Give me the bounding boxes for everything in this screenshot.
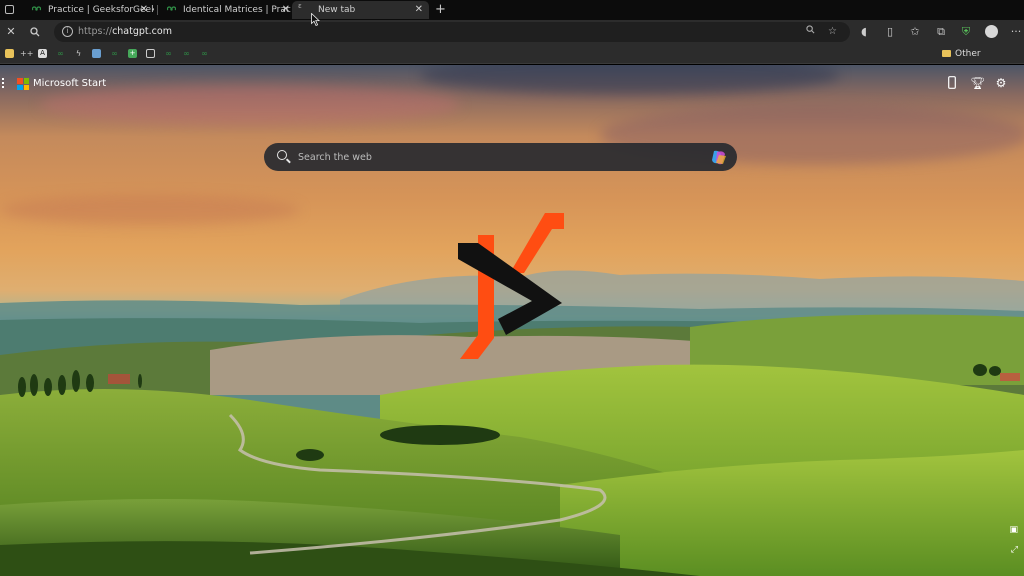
stop-loading-icon[interactable]: ✕: [3, 23, 19, 41]
favorites-icon[interactable]: ✩: [907, 23, 923, 41]
close-icon[interactable]: ✕: [282, 1, 290, 19]
gfg-icon[interactable]: ∞: [182, 49, 191, 58]
close-icon[interactable]: ✕: [415, 1, 423, 19]
tab-strip: Practice | GeeksforGeek ✕ Identical Matr…: [0, 0, 1024, 20]
edge-icon: ε: [298, 2, 302, 10]
profile-avatar[interactable]: [985, 25, 998, 38]
gfg-icon[interactable]: ∞: [200, 49, 209, 58]
new-tab-plus-icon[interactable]: +: [435, 1, 446, 19]
gfg-icon[interactable]: ∞: [56, 49, 65, 58]
favorite-item-icon[interactable]: A: [38, 49, 47, 58]
tab-practice-gfg[interactable]: Practice | GeeksforGeek ✕: [22, 1, 154, 19]
rewards-trophy-icon[interactable]: 🏆︎: [970, 76, 985, 90]
zoom-search-icon[interactable]: [806, 22, 815, 42]
search-icon: [277, 150, 287, 160]
url-text[interactable]: https://chatgpt.com: [78, 22, 172, 42]
copilot-icon[interactable]: [711, 150, 727, 165]
folder-icon: [942, 50, 951, 57]
favorites-bar: ++ A ∞ ϟ ∞ + ∞ ∞ ∞ Other favourites: [0, 44, 1024, 79]
extension-icon[interactable]: ◖: [856, 23, 872, 41]
close-icon[interactable]: ✕: [140, 1, 148, 19]
collections-icon[interactable]: ⧉: [933, 23, 949, 41]
gfg-icon: [32, 6, 41, 11]
settings-gear-icon[interactable]: ⚙: [994, 76, 1008, 90]
favorite-star-icon[interactable]: ☆: [828, 22, 837, 42]
mouse-cursor: [311, 13, 320, 26]
tab-identical-matrices[interactable]: Identical Matrices | Prac ✕: [157, 1, 292, 19]
tab-title: Practice | GeeksforGeek: [48, 5, 154, 15]
web-search-box[interactable]: [264, 143, 737, 171]
favorite-item-icon[interactable]: +: [128, 49, 137, 58]
more-menu-icon[interactable]: ···: [1008, 23, 1024, 41]
gfg-icon: [167, 6, 176, 11]
favorite-item-icon[interactable]: ++: [20, 49, 33, 58]
folder-icon[interactable]: [5, 49, 14, 58]
new-tab-page: Microsoft Start 🏆︎ ⚙ ▣ ⤢: [0, 65, 1024, 576]
brand-label: Microsoft Start: [33, 78, 107, 89]
customize-layout-icon[interactable]: ▣: [1009, 525, 1018, 535]
video-overlay-logo: [458, 213, 564, 359]
expand-icon[interactable]: ⤢: [1011, 545, 1018, 555]
favorite-item-icon[interactable]: ϟ: [74, 49, 83, 58]
search-icon[interactable]: [27, 23, 43, 43]
browser-toolbar: ✕ i https://chatgpt.com ☆ ◖ ▯ ✩ ⧉ ⛨ ···: [0, 20, 1024, 44]
gfg-icon[interactable]: ∞: [110, 49, 119, 58]
split-screen-icon[interactable]: ▯: [882, 23, 898, 41]
browser-essentials-icon[interactable]: ⛨: [958, 23, 974, 41]
mobile-phone-icon[interactable]: [945, 76, 959, 92]
app-launcher-icon[interactable]: [2, 78, 6, 90]
search-input[interactable]: [298, 143, 698, 171]
favorite-item-icon[interactable]: [92, 49, 101, 58]
tab-title: Identical Matrices | Prac: [183, 5, 291, 15]
tab-actions-icon[interactable]: [5, 5, 14, 14]
microsoft-logo-icon: [17, 78, 29, 90]
tab-title: New tab: [318, 5, 356, 15]
address-bar[interactable]: i https://chatgpt.com ☆: [54, 22, 850, 42]
document-icon[interactable]: [146, 49, 155, 58]
gfg-icon[interactable]: ∞: [164, 49, 173, 58]
site-info-icon[interactable]: i: [62, 26, 73, 37]
